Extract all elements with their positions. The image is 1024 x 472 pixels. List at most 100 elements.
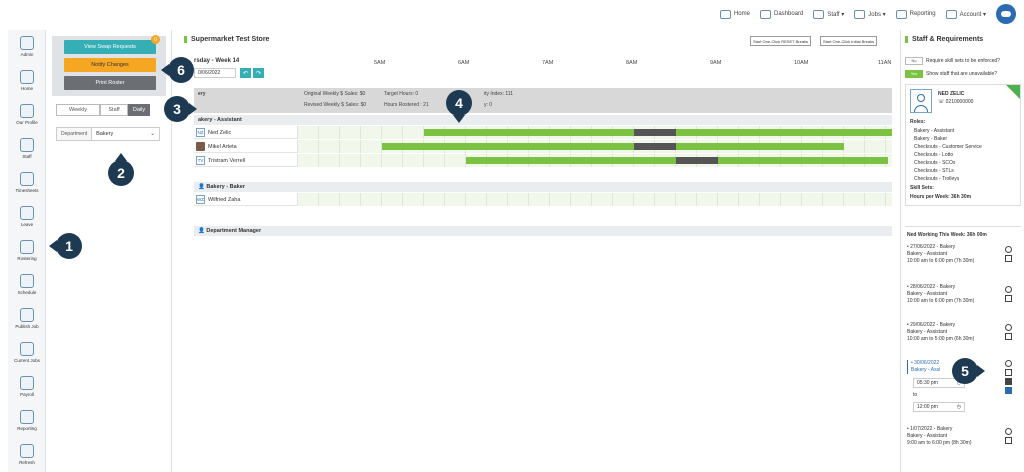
shift-entry: • 27/06/2022 - Bakery Bakery - Assistant… bbox=[907, 244, 975, 265]
clock-icon[interactable] bbox=[1005, 286, 1012, 293]
tab-weekly[interactable]: Weekly bbox=[56, 104, 100, 116]
tab-staff[interactable]: Staff bbox=[100, 104, 128, 116]
department-select[interactable]: Bakery ⌄ bbox=[91, 128, 159, 140]
clock-icon[interactable] bbox=[1005, 246, 1012, 253]
role-item: Bakery - Assistant bbox=[914, 128, 955, 134]
publish-job-icon bbox=[20, 308, 34, 322]
sidebar-item-refresh[interactable]: Refresh bbox=[8, 444, 46, 465]
tab-daily[interactable]: Daily bbox=[128, 104, 150, 116]
redo-button[interactable]: ↷ bbox=[253, 68, 264, 78]
sidebar-item-home[interactable]: Home bbox=[8, 70, 46, 91]
group-header: 👤 Department Manager bbox=[194, 226, 892, 236]
sidebar-item-reporting[interactable]: Reporting bbox=[8, 410, 46, 431]
sidebar-item-schedule[interactable]: Schedule bbox=[8, 274, 46, 295]
panel-title: Staff & Requirements bbox=[905, 36, 983, 43]
staff-name[interactable]: Wilfried Zaha bbox=[208, 197, 240, 203]
sidebar-item-staff[interactable]: Staff bbox=[8, 138, 46, 159]
brand-logo[interactable] bbox=[996, 4, 1016, 24]
start-reset-breaks-button[interactable]: Start One-Click RESET Breaks bbox=[750, 36, 812, 46]
view-swap-requests-button[interactable]: View Swap Requests 0 bbox=[64, 35, 160, 54]
staff-initials: NZ bbox=[196, 128, 205, 137]
trash-icon[interactable] bbox=[1005, 437, 1012, 444]
nav-dashboard[interactable]: Dashboard bbox=[759, 9, 803, 19]
clock-icon[interactable] bbox=[1005, 360, 1012, 367]
group-header: akery - Assistant bbox=[194, 115, 892, 125]
nav-home[interactable]: Home bbox=[719, 9, 750, 19]
department-summary: ery Original Weekly $ Sales: $0 Revised … bbox=[194, 88, 892, 113]
note-icon[interactable] bbox=[1006, 85, 1020, 99]
shift-bar[interactable] bbox=[676, 143, 844, 150]
original-sales: Original Weekly $ Sales: $0 bbox=[304, 91, 366, 97]
timeline[interactable] bbox=[298, 126, 892, 139]
staff-name[interactable]: Mikel Arteta bbox=[208, 144, 237, 150]
shift-bar[interactable] bbox=[466, 157, 676, 164]
trash-icon[interactable] bbox=[1005, 333, 1012, 340]
save-icon[interactable] bbox=[1005, 387, 1012, 394]
table-row: WZ Wilfried Zaha bbox=[194, 193, 892, 206]
shift-bar[interactable] bbox=[424, 129, 634, 136]
notify-changes-button[interactable]: Notify Changes bbox=[64, 58, 156, 72]
admin-icon bbox=[20, 36, 34, 50]
summary-dept: ery bbox=[198, 91, 206, 97]
skill-enforce-toggle[interactable]: No bbox=[905, 56, 923, 65]
phone-icon: ☏ bbox=[938, 99, 946, 105]
trash-icon[interactable] bbox=[1005, 295, 1012, 302]
trash-icon[interactable] bbox=[1005, 369, 1012, 376]
shift-end-input[interactable]: 12:00 pm ◷ bbox=[913, 402, 965, 412]
role-item: Checkouts - STLs bbox=[914, 168, 954, 174]
sidebar-item-current-jobs[interactable]: Current Jobs bbox=[8, 342, 46, 363]
current-jobs-icon bbox=[20, 342, 34, 356]
time-label: 6AM bbox=[458, 60, 470, 66]
time-label: 8AM bbox=[626, 60, 638, 66]
redo-icon: ↷ bbox=[255, 70, 262, 77]
shift-entry: • 28/06/2022 - Bakery Bakery - Assistant… bbox=[907, 284, 975, 305]
clock-icon[interactable] bbox=[1005, 324, 1012, 331]
sidebar-item-timesheets[interactable]: Timesheets bbox=[8, 172, 46, 193]
sidebar-item-rostering[interactable]: Rostering bbox=[8, 240, 46, 261]
shift-bar[interactable] bbox=[676, 129, 892, 136]
staff-icon bbox=[813, 9, 825, 19]
nav-account[interactable]: Account ▾ bbox=[945, 9, 986, 19]
staff-name[interactable]: Tristram Verrell bbox=[208, 158, 245, 164]
cloud-icon bbox=[1001, 11, 1011, 17]
print-roster-button[interactable]: Print Roster bbox=[64, 76, 156, 90]
start-initial-breaks-button[interactable]: Start One-Click Initial Breaks bbox=[820, 36, 878, 46]
staff-initials: WZ bbox=[196, 195, 205, 204]
camera-icon[interactable] bbox=[1005, 378, 1012, 385]
shift-bar[interactable] bbox=[718, 157, 888, 164]
nav-reporting[interactable]: Reporting bbox=[895, 9, 936, 19]
table-row: TV Tristram Verrell bbox=[194, 154, 892, 167]
trash-icon[interactable] bbox=[1005, 255, 1012, 262]
table-row: Mikel Arteta bbox=[194, 140, 892, 153]
sidebar-item-publish-job[interactable]: Publish Job bbox=[8, 308, 46, 329]
staff-name[interactable]: Ned Zelic bbox=[208, 130, 231, 136]
sidebar-item-profile[interactable]: Our Profile bbox=[8, 104, 46, 125]
person-icon: 👤 bbox=[198, 184, 207, 190]
date-input[interactable]: 0/06/2022 bbox=[194, 68, 236, 78]
avatar bbox=[196, 142, 205, 151]
time-label: 7AM bbox=[542, 60, 554, 66]
timeline[interactable] bbox=[298, 140, 892, 153]
sidebar-item-admin[interactable]: Admin bbox=[8, 36, 46, 57]
sidebar: Admin Home Our Profile Staff Timesheets … bbox=[8, 30, 46, 472]
role-item: Checkouts - Lotto bbox=[914, 152, 954, 158]
sidebar-item-leave[interactable]: Leave bbox=[8, 206, 46, 227]
nav-staff[interactable]: Staff ▾ bbox=[813, 9, 844, 19]
break-bar[interactable] bbox=[634, 143, 676, 150]
sidebar-item-payroll[interactable]: Payroll bbox=[8, 376, 46, 397]
break-bar[interactable] bbox=[676, 157, 718, 164]
break-bar[interactable] bbox=[634, 129, 676, 136]
timeline[interactable] bbox=[298, 154, 892, 167]
action-button-group: View Swap Requests 0 Notify Changes Prin… bbox=[52, 35, 166, 96]
clock-icon[interactable] bbox=[1005, 428, 1012, 435]
dashboard-icon bbox=[759, 9, 771, 19]
nav-jobs[interactable]: Jobs ▾ bbox=[854, 9, 886, 19]
timeline[interactable] bbox=[298, 193, 892, 206]
staff-phone: 0210000000 bbox=[945, 99, 974, 105]
shift-entry: • 1/07/2022 - Bakery Bakery - Assistant … bbox=[907, 426, 972, 447]
shift-bar[interactable] bbox=[382, 143, 634, 150]
show-unavailable-toggle[interactable]: Yes bbox=[905, 69, 923, 78]
department-filter: Department Bakery ⌄ bbox=[56, 127, 160, 141]
callout-1: 1 bbox=[49, 233, 82, 259]
undo-button[interactable]: ↶ bbox=[240, 68, 251, 78]
